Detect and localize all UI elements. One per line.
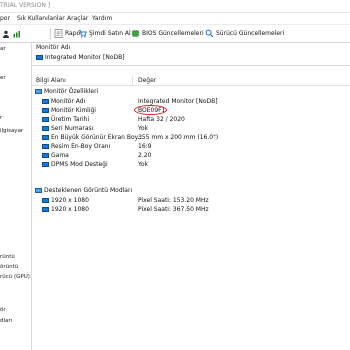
monitor-icon: [42, 108, 49, 113]
chart-icon[interactable]: [13, 27, 22, 40]
group-row-monitor-properties[interactable]: Monitör Özellikleri: [32, 88, 350, 96]
sidebar-item-er[interactable]: er: [0, 75, 6, 81]
table-row[interactable]: Gama 2.20: [32, 152, 350, 160]
search-icon: [205, 29, 214, 38]
field-value: BOE09F1: [138, 107, 166, 114]
monitor-icon: [42, 99, 49, 104]
aida64-window: TRIAL VERSION ] por Sık Kullanılanlar Ar…: [0, 0, 350, 350]
description-value: Integrated Monitor [NoDB]: [36, 54, 125, 61]
table-row[interactable]: Monitör Kimliği BOE09F1: [32, 107, 350, 115]
cart-icon: [78, 29, 87, 38]
field-label: 1920 x 1080: [42, 206, 89, 213]
table-row[interactable]: DPMS Mod Desteği Yok: [32, 161, 350, 169]
monitor-icon: [42, 144, 49, 149]
field-value: 16:9: [138, 143, 152, 150]
bios-chip-icon: [131, 29, 140, 38]
bios-updates-label: BIOS Güncellemeleri: [142, 30, 204, 37]
monitor-group-icon: [35, 89, 42, 94]
field-value: Pixel Saati: 367.50 MHz: [138, 206, 209, 213]
field-value: 355 mm x 200 mm (16.0"): [138, 134, 219, 141]
sidebar-item-modes[interactable]: dları: [0, 318, 12, 324]
field-label: Monitör Kimliği: [42, 107, 96, 114]
field-label: Monitör Adı: [42, 98, 85, 105]
device-description-panel: Monitör Adı Integrated Monitor [NoDB]: [32, 43, 350, 66]
sidebar-item-monitor[interactable]: ör: [0, 307, 6, 313]
sidebar-item-view[interactable]: örüntü: [0, 264, 18, 270]
display-modes-icon: [35, 188, 42, 193]
description-title: Monitör Adı: [36, 44, 71, 51]
window-title: TRIAL VERSION ]: [0, 2, 51, 9]
menu-bar: por Sık Kullanılanlar Araçlar Yardım: [0, 13, 350, 25]
field-label: DPMS Mod Desteği: [42, 161, 108, 168]
table-row[interactable]: Resim En-Boy Oranı 16:9: [32, 143, 350, 151]
sidebar-top-label: ar: [0, 46, 6, 52]
title-bar: TRIAL VERSION ]: [0, 0, 350, 13]
table-row[interactable]: 1920 x 1080 Pixel Saati: 153.20 MHz: [32, 197, 350, 205]
monitor-icon: [42, 207, 49, 212]
group-title: Monitör Özellikleri: [35, 88, 98, 95]
monitor-icon: [42, 126, 49, 131]
menu-favorites[interactable]: Sık Kullanılanlar: [17, 13, 65, 24]
monitor-icon: [42, 198, 49, 203]
main-panel: Monitör Adı Integrated Monitor [NoDB] Bi…: [32, 43, 350, 350]
bios-updates-button[interactable]: BIOS Güncellemeleri: [131, 27, 204, 40]
field-label: Resim En-Boy Oranı: [42, 143, 110, 150]
field-label: Seri Numarası: [42, 125, 93, 132]
field-value: Yok: [138, 161, 149, 168]
field-label: Üretim Tarihi: [42, 116, 89, 123]
monitor-icon: [42, 135, 49, 140]
sidebar: ar er r ilgisayar rüntü örüntü rücü (GPU…: [0, 43, 32, 350]
monitor-icon: [42, 162, 49, 167]
menu-help[interactable]: Yardım: [92, 13, 112, 24]
menu-rapor[interactable]: por: [0, 13, 10, 24]
driver-updates-label: Sürücü Güncellemeleri: [216, 30, 285, 37]
buy-now-button[interactable]: Şimdi Satın Al: [78, 27, 131, 40]
table-row[interactable]: Seri Numarası Yok: [32, 125, 350, 133]
field-value: 2.20: [138, 152, 152, 159]
table-row[interactable]: 1920 x 1080 Pixel Saati: 367.50 MHz: [32, 206, 350, 214]
field-value: Integrated Monitor [NoDB]: [138, 98, 218, 105]
description-value-text: Integrated Monitor [NoDB]: [45, 54, 125, 61]
buy-now-label: Şimdi Satın Al: [89, 30, 131, 37]
monitor-icon: [36, 55, 43, 60]
sidebar-top-tab[interactable]: ar: [0, 45, 31, 54]
column-separator[interactable]: [132, 76, 133, 85]
toolbar-separator: [50, 28, 51, 39]
driver-updates-button[interactable]: Sürücü Güncellemeleri: [205, 27, 284, 40]
table-row[interactable]: Üretim Tarihi Hafta 32 / 2020: [32, 116, 350, 124]
menu-tools[interactable]: Araçlar: [67, 13, 88, 24]
field-value: Yok: [138, 125, 149, 132]
monitor-icon: [42, 117, 49, 122]
table-row[interactable]: En Büyük Görünür Ekran Boy... 355 mm x 2…: [32, 134, 350, 142]
column-header-field[interactable]: Bilgi Alanı: [36, 77, 66, 84]
sidebar-item-r[interactable]: r: [0, 115, 2, 121]
monitor-icon: [42, 153, 49, 158]
field-label: 1920 x 1080: [42, 197, 89, 204]
column-header-value[interactable]: Değer: [138, 77, 156, 84]
field-value: Pixel Saati: 153.20 MHz: [138, 197, 209, 204]
field-label: En Büyük Görünür Ekran Boy...: [42, 134, 143, 141]
properties-grid-header: Bilgi Alanı Değer: [32, 76, 350, 86]
toolbar: Rapor Şimdi Satın Al BIOS Güncellemeleri…: [0, 25, 350, 43]
sidebar-item-display[interactable]: rüntü: [0, 254, 15, 260]
group-title: Desteklenen Görüntü Modları: [35, 187, 132, 194]
group-row-supported-modes[interactable]: Desteklenen Görüntü Modları: [32, 187, 350, 195]
field-value: Hafta 32 / 2020: [138, 116, 185, 123]
field-label: Gama: [42, 152, 69, 159]
sidebar-item-computer[interactable]: ilgisayar: [0, 128, 23, 134]
report-icon: [54, 29, 63, 38]
table-row[interactable]: Monitör Adı Integrated Monitor [NoDB]: [32, 98, 350, 106]
sidebar-item-gpu[interactable]: rücü (GPU): [0, 274, 30, 280]
user-icon[interactable]: [2, 27, 10, 40]
